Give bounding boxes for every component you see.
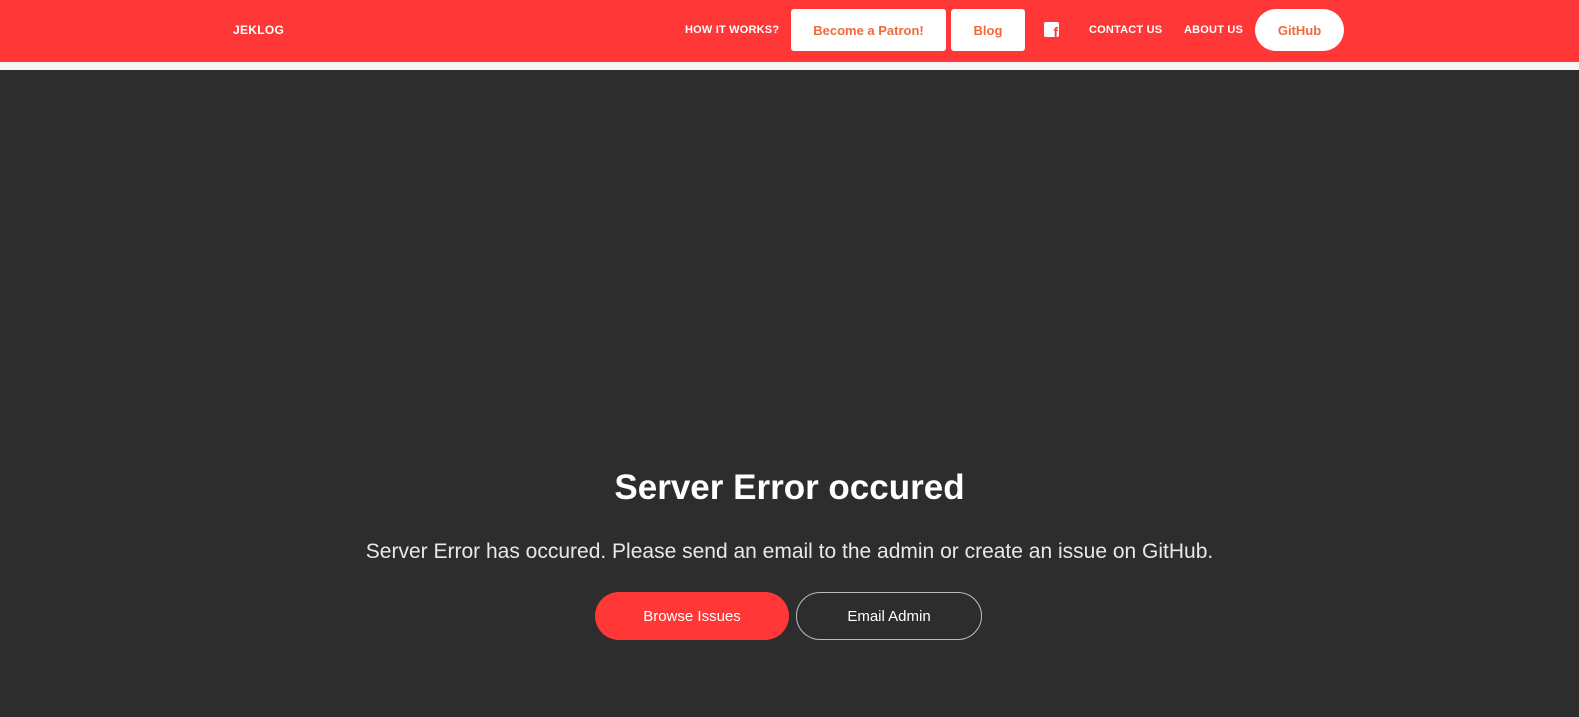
nav-contact-us[interactable]: CONTACT US <box>1089 24 1162 36</box>
browse-issues-button[interactable]: Browse Issues <box>595 592 789 640</box>
nav-how-it-works[interactable]: HOW IT WORKS? <box>685 24 779 36</box>
main-content <box>0 70 1579 717</box>
top-navbar: JEKLOG HOW IT WORKS? Become a Patron! Bl… <box>0 0 1579 62</box>
facebook-icon[interactable]: f <box>1044 22 1059 37</box>
error-message: Server Error has occured. Please send an… <box>365 540 1214 563</box>
nav-about-us[interactable]: ABOUT US <box>1184 24 1243 36</box>
navbar-divider <box>0 62 1579 70</box>
brand-logo-link[interactable]: JEKLOG <box>233 23 284 37</box>
error-title: Server Error occured <box>614 468 965 507</box>
email-admin-button[interactable]: Email Admin <box>796 592 982 640</box>
blog-button[interactable]: Blog <box>951 9 1025 51</box>
become-patron-button[interactable]: Become a Patron! <box>791 9 946 51</box>
github-button[interactable]: GitHub <box>1255 9 1344 51</box>
